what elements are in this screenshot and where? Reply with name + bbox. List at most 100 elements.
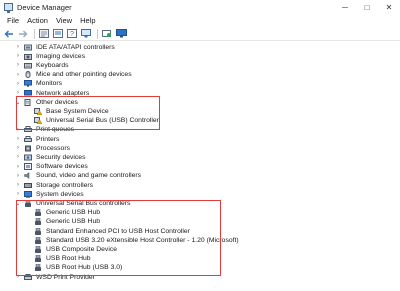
help-button[interactable]: ? xyxy=(66,28,78,39)
tree-item[interactable]: Standard Enhanced PCI to USB Host Contro… xyxy=(25,227,325,236)
toolbar-separator xyxy=(34,28,35,39)
expand-chevron-icon[interactable]: › xyxy=(15,135,21,144)
tree-item[interactable]: USB Root Hub xyxy=(25,254,325,263)
monitor-view-button[interactable] xyxy=(80,28,92,39)
tree-item[interactable]: › Network adapters xyxy=(15,89,315,98)
usb-icon xyxy=(35,245,41,253)
forward-button[interactable] xyxy=(17,28,29,39)
usb-icon xyxy=(35,209,41,217)
tree-item-label: Sound, video and game controllers xyxy=(36,172,142,180)
expand-chevron-icon[interactable]: › xyxy=(15,162,21,171)
properties-button[interactable] xyxy=(52,28,64,39)
tree-item-label: Printers xyxy=(36,135,60,143)
collapse-chevron-icon[interactable]: ⌄ xyxy=(15,199,21,208)
expand-chevron-icon[interactable]: › xyxy=(15,125,21,134)
tree-item[interactable]: Base System Device xyxy=(25,107,325,116)
expand-chevron-icon[interactable]: › xyxy=(15,171,21,180)
expand-chevron-icon[interactable]: › xyxy=(15,52,21,61)
expand-chevron-icon[interactable]: › xyxy=(15,61,21,70)
tree-item[interactable]: Generic USB Hub xyxy=(25,217,325,226)
tree-item[interactable]: › Print queues xyxy=(15,125,315,134)
network-adapter-icon xyxy=(24,89,32,97)
tree-item[interactable]: Standard USB 3.20 eXtensible Host Contro… xyxy=(25,236,325,245)
tree-item-label: IDE ATA/ATAPI controllers xyxy=(36,43,115,51)
maximize-button[interactable]: □ xyxy=(356,0,378,14)
tree-item[interactable]: › Monitors xyxy=(15,79,315,88)
collapse-chevron-icon[interactable]: ⌄ xyxy=(15,98,21,107)
monitor-icon xyxy=(81,29,91,38)
tree-item[interactable]: Generic USB Hub xyxy=(25,208,325,217)
expand-chevron-icon[interactable]: › xyxy=(15,273,21,282)
expand-chevron-icon[interactable]: › xyxy=(15,89,21,98)
tree-item-label: Software devices xyxy=(36,163,88,171)
tree-item-label: USB Root Hub xyxy=(46,255,91,263)
tree-item[interactable]: ⌄ Other devices xyxy=(15,98,315,107)
expand-chevron-icon[interactable]: › xyxy=(15,144,21,153)
tree-item-label: Print queues xyxy=(36,126,75,134)
warning-device-icon xyxy=(34,117,42,125)
tree-item-label: Base System Device xyxy=(46,107,109,115)
tree-item[interactable]: › WSD Print Provider xyxy=(15,273,315,282)
tree-item-label: Storage controllers xyxy=(36,181,94,189)
minimize-button[interactable]: ─ xyxy=(334,0,356,14)
usb-icon xyxy=(35,218,41,226)
tree-item[interactable]: › Processors xyxy=(15,144,315,153)
tree-item[interactable]: ⌄ Universal Serial Bus controllers xyxy=(15,199,315,208)
forward-arrow-icon xyxy=(19,30,28,37)
display-icon xyxy=(115,29,127,38)
security-device-icon xyxy=(24,154,32,161)
tree-item[interactable]: › IDE ATA/ATAPI controllers xyxy=(15,43,315,52)
tree-item[interactable]: › Printers xyxy=(15,135,315,144)
tree-item[interactable]: › Keyboards xyxy=(15,61,315,70)
expand-chevron-icon[interactable]: › xyxy=(15,79,21,88)
usb-icon xyxy=(35,264,41,272)
device-tree-button[interactable] xyxy=(38,28,50,39)
scan-hardware-button[interactable] xyxy=(101,28,113,39)
tree-item[interactable]: › Storage controllers xyxy=(15,181,315,190)
tree-item-label: Standard Enhanced PCI to USB Host Contro… xyxy=(46,227,190,235)
tree-item[interactable]: › System devices xyxy=(15,190,315,199)
display-settings-button[interactable] xyxy=(115,28,127,39)
tree-item[interactable]: › Mice and other pointing devices xyxy=(15,70,315,79)
expand-chevron-icon[interactable]: › xyxy=(15,153,21,162)
tree-item-label: Keyboards xyxy=(36,61,69,69)
printer-icon xyxy=(24,135,32,142)
tree-item-label: System devices xyxy=(36,190,84,198)
software-device-icon xyxy=(24,163,32,171)
tree-item[interactable]: › Security devices xyxy=(15,153,315,162)
tree-item-label: Mice and other pointing devices xyxy=(36,71,132,79)
toolbar: ? xyxy=(0,27,400,41)
expand-chevron-icon[interactable]: › xyxy=(15,181,21,190)
tree-item-label: Universal Serial Bus (USB) Controller xyxy=(46,117,159,125)
tree-item[interactable]: › Imaging devices xyxy=(15,52,315,61)
tree-item[interactable]: › Software devices xyxy=(15,162,315,171)
tree-item-label: Monitors xyxy=(36,80,63,88)
menu-view[interactable]: View xyxy=(52,16,76,25)
back-arrow-icon xyxy=(4,30,13,37)
usb-icon xyxy=(35,255,41,263)
camera-icon xyxy=(24,53,32,60)
tree-item-label: Other devices xyxy=(36,98,78,106)
tree-item[interactable]: USB Composite Device xyxy=(25,245,325,254)
tree-item[interactable]: Universal Serial Bus (USB) Controller xyxy=(25,116,325,125)
tree-item[interactable]: USB Root Hub (USB 3.0) xyxy=(25,263,325,272)
menu-help[interactable]: Help xyxy=(76,16,99,25)
expand-chevron-icon[interactable]: › xyxy=(15,43,21,52)
monitor-icon xyxy=(24,80,32,87)
mouse-icon xyxy=(25,71,31,79)
storage-icon xyxy=(24,182,32,188)
back-button[interactable] xyxy=(3,28,15,39)
speaker-icon xyxy=(24,172,30,180)
menu-action[interactable]: Action xyxy=(23,16,52,25)
menu-file[interactable]: File xyxy=(3,16,23,25)
expand-chevron-icon[interactable]: › xyxy=(15,70,21,79)
cpu-icon xyxy=(25,145,31,152)
tree-item-label: Network adapters xyxy=(36,89,90,97)
close-button[interactable]: ✕ xyxy=(378,0,400,14)
tree-item[interactable]: › Sound, video and game controllers xyxy=(15,171,315,180)
expand-chevron-icon[interactable]: › xyxy=(15,190,21,199)
usb-icon xyxy=(35,236,41,244)
